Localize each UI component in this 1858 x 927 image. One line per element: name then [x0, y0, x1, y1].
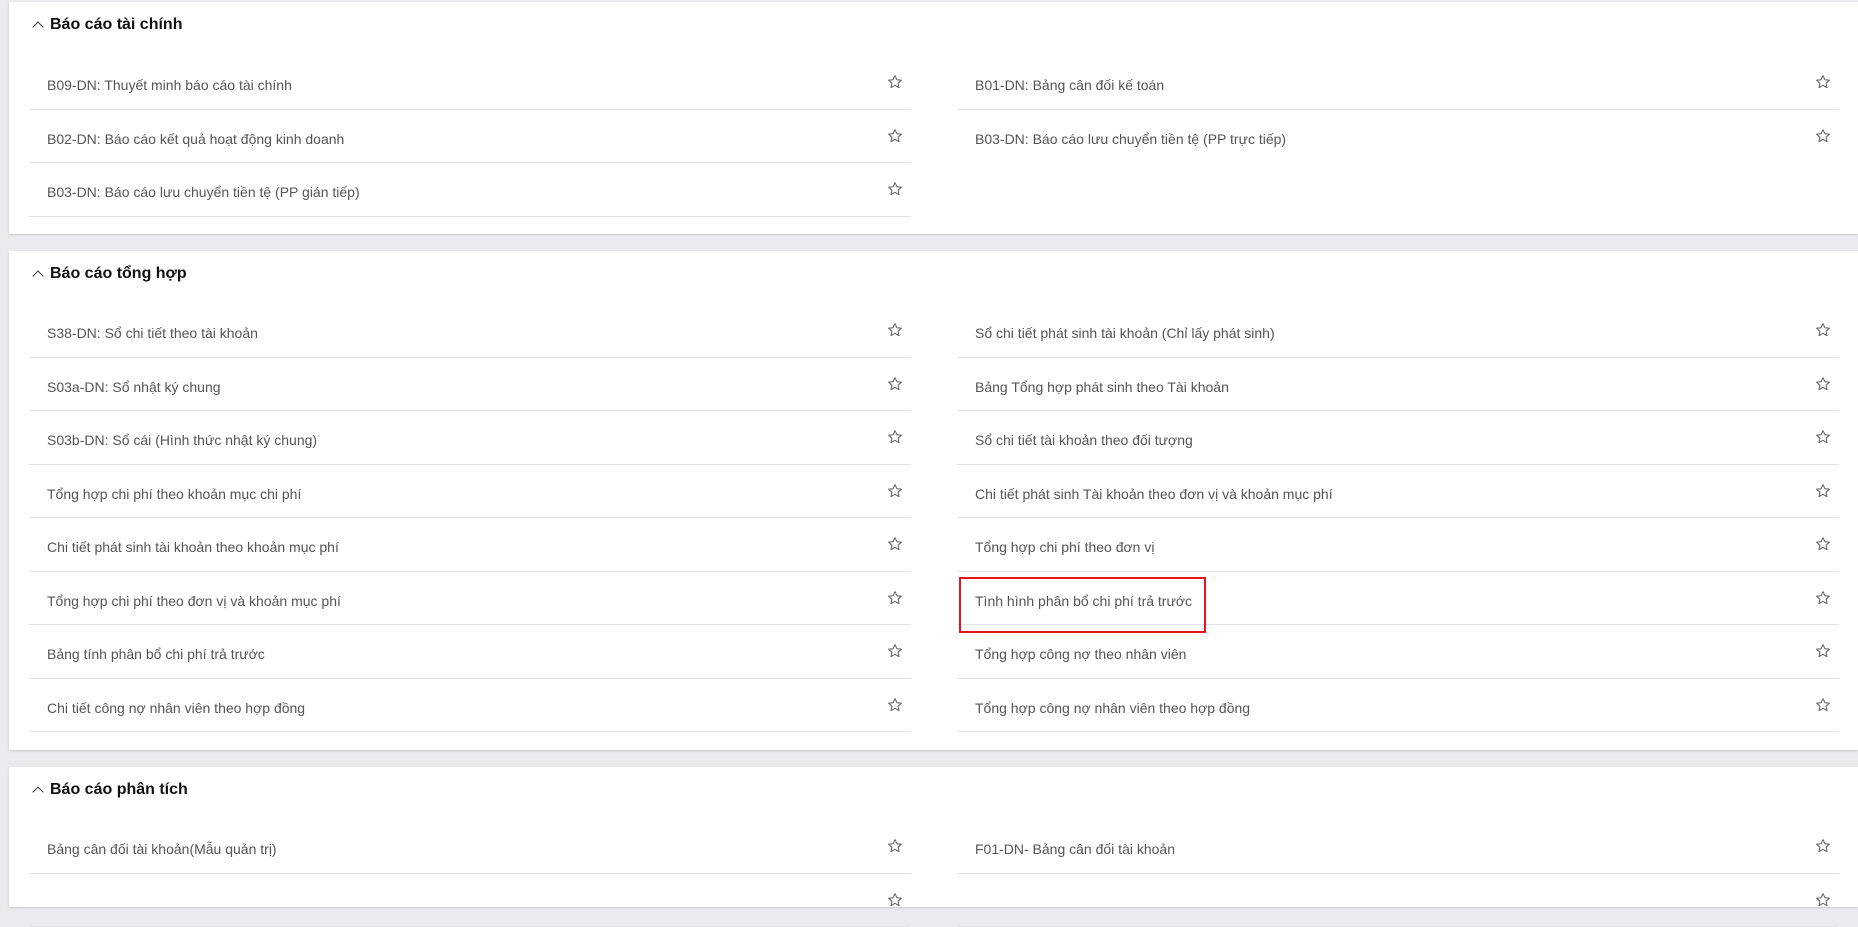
report-item-label: Bảng tính phân bổ chi phí trả trước: [47, 646, 265, 662]
report-item[interactable]: Bảng cân đối tài khoản(Mẫu quản trị): [29, 820, 911, 874]
star-icon[interactable]: [1815, 536, 1831, 552]
star-icon[interactable]: [1815, 697, 1831, 713]
report-list-right: Sổ chi tiết phát sinh tài khoản (Chỉ lấy…: [957, 304, 1839, 732]
star-icon[interactable]: [887, 590, 903, 606]
report-item-label: Bảng cân đối tài khoản(Mẫu quản trị): [47, 841, 277, 857]
star-icon[interactable]: [887, 429, 903, 445]
report-item-label: Bảng Tổng hợp phát sinh theo Tài khoản: [975, 379, 1229, 395]
report-item-label: Chi tiết công nợ nhân viên theo hợp đồng: [47, 700, 305, 716]
star-icon[interactable]: [1815, 322, 1831, 338]
report-item-label: B02-DN: Báo cáo kết quả hoạt động kinh d…: [47, 131, 344, 147]
report-item[interactable]: Sổ chi tiết tài khoản theo đối tượng: [957, 411, 1839, 465]
report-item[interactable]: Tổng hợp chi phí theo khoản mục chi phí: [29, 465, 911, 519]
star-icon[interactable]: [1815, 483, 1831, 499]
report-item[interactable]: Tổng hợp công nợ theo nhân viên: [957, 625, 1839, 679]
report-list-right: F01-DN- Bảng cân đối tài khoản: [957, 820, 1839, 927]
report-item-label: Chi tiết phát sinh Tài khoản theo đơn vị…: [975, 486, 1333, 502]
section-bao-cao-tong-hop: Báo cáo tổng hợp S38-DN: Sổ chi tiết the…: [9, 251, 1858, 750]
report-item-label: Tổng hợp chi phí theo đơn vị: [975, 539, 1154, 555]
star-icon[interactable]: [887, 128, 903, 144]
star-icon[interactable]: [1815, 376, 1831, 392]
report-item[interactable]: S03a-DN: Sổ nhật ký chung: [29, 358, 911, 412]
star-icon[interactable]: [887, 322, 903, 338]
report-item-label: Sổ chi tiết tài khoản theo đối tượng: [975, 432, 1193, 448]
report-list-left: Bảng cân đối tài khoản(Mẫu quản trị): [29, 820, 911, 927]
report-item-label: Chi tiết phát sinh tài khoản theo khoản …: [47, 539, 339, 555]
report-item[interactable]: Tổng hợp chi phí theo đơn vị: [957, 518, 1839, 572]
report-list-right: B01-DN: Bảng cân đối kế toán B03-DN: Báo…: [957, 56, 1839, 163]
report-item[interactable]: B09-DN: Thuyết minh báo cáo tài chính: [29, 56, 911, 110]
report-item[interactable]: Tổng hợp chi phí theo đơn vị và khoản mụ…: [29, 572, 911, 626]
star-icon[interactable]: [887, 697, 903, 713]
report-item-label: S03a-DN: Sổ nhật ký chung: [47, 379, 221, 395]
report-item-label: Tổng hợp chi phí theo khoản mục chi phí: [47, 486, 301, 502]
report-item[interactable]: Bảng tính phân bổ chi phí trả trước: [29, 625, 911, 679]
report-item-label: Tổng hợp công nợ theo nhân viên: [975, 646, 1186, 662]
section-title: Báo cáo phân tích: [50, 781, 188, 799]
section-header[interactable]: Báo cáo tổng hợp: [31, 265, 187, 283]
section-header[interactable]: Báo cáo phân tích: [31, 781, 188, 799]
report-item[interactable]: Sổ chi tiết phát sinh tài khoản (Chỉ lấy…: [957, 304, 1839, 358]
report-item-label: F01-DN- Bảng cân đối tài khoản: [975, 841, 1175, 857]
report-item-label: B03-DN: Báo cáo lưu chuyển tiền tệ (PP t…: [975, 131, 1286, 147]
report-item[interactable]: S03b-DN: Sổ cái (Hình thức nhật ký chung…: [29, 411, 911, 465]
report-item[interactable]: Chi tiết phát sinh tài khoản theo khoản …: [29, 518, 911, 572]
report-item[interactable]: B03-DN: Báo cáo lưu chuyển tiền tệ (PP t…: [957, 110, 1839, 164]
report-item[interactable]: B02-DN: Báo cáo kết quả hoạt động kinh d…: [29, 110, 911, 164]
report-item-label: B01-DN: Bảng cân đối kế toán: [975, 77, 1164, 93]
report-item-highlighted[interactable]: Tình hình phân bổ chi phí trả trước: [957, 572, 1839, 626]
star-icon[interactable]: [1815, 838, 1831, 854]
report-item[interactable]: Chi tiết công nợ nhân viên theo hợp đồng: [29, 679, 911, 733]
section-title: Báo cáo tài chính: [50, 16, 182, 34]
report-item-label: B03-DN: Báo cáo lưu chuyển tiền tệ (PP g…: [47, 184, 360, 200]
report-item[interactable]: Bảng Tổng hợp phát sinh theo Tài khoản: [957, 358, 1839, 412]
report-item-label: Tổng hợp công nợ nhân viên theo hợp đồng: [975, 700, 1250, 716]
star-icon[interactable]: [1815, 74, 1831, 90]
section-title: Báo cáo tổng hợp: [50, 265, 187, 283]
chevron-up-icon: [32, 270, 43, 281]
report-item[interactable]: [957, 874, 1839, 927]
report-list-left: B09-DN: Thuyết minh báo cáo tài chính B0…: [29, 56, 911, 217]
report-item[interactable]: B03-DN: Báo cáo lưu chuyển tiền tệ (PP g…: [29, 163, 911, 217]
star-icon[interactable]: [887, 376, 903, 392]
star-icon[interactable]: [1815, 643, 1831, 659]
report-item-label: Tình hình phân bổ chi phí trả trước: [975, 593, 1192, 609]
star-icon[interactable]: [887, 838, 903, 854]
star-icon[interactable]: [887, 74, 903, 90]
report-item[interactable]: Tổng hợp công nợ nhân viên theo hợp đồng: [957, 679, 1839, 733]
section-header[interactable]: Báo cáo tài chính: [31, 16, 182, 34]
report-item[interactable]: B01-DN: Bảng cân đối kế toán: [957, 56, 1839, 110]
star-icon[interactable]: [1815, 429, 1831, 445]
star-icon[interactable]: [887, 181, 903, 197]
report-item-label: Sổ chi tiết phát sinh tài khoản (Chỉ lấy…: [975, 325, 1275, 341]
star-icon[interactable]: [1815, 590, 1831, 606]
report-item-label: S38-DN: Sổ chi tiết theo tài khoản: [47, 325, 258, 341]
star-icon[interactable]: [1815, 128, 1831, 144]
report-item[interactable]: Chi tiết phát sinh Tài khoản theo đơn vị…: [957, 465, 1839, 519]
section-bao-cao-tai-chinh: Báo cáo tài chính B09-DN: Thuyết minh bá…: [9, 2, 1858, 234]
report-item[interactable]: S38-DN: Sổ chi tiết theo tài khoản: [29, 304, 911, 358]
star-icon[interactable]: [887, 483, 903, 499]
report-item-label: S03b-DN: Sổ cái (Hình thức nhật ký chung…: [47, 432, 317, 448]
star-icon[interactable]: [887, 643, 903, 659]
report-list-left: S38-DN: Sổ chi tiết theo tài khoản S03a-…: [29, 304, 911, 732]
chevron-up-icon: [32, 786, 43, 797]
report-item-label: B09-DN: Thuyết minh báo cáo tài chính: [47, 77, 292, 93]
report-item-label: Tổng hợp chi phí theo đơn vị và khoản mụ…: [47, 593, 341, 609]
section-bao-cao-phan-tich: Báo cáo phân tích Bảng cân đối tài khoản…: [9, 767, 1858, 907]
chevron-up-icon: [32, 21, 43, 32]
star-icon[interactable]: [887, 536, 903, 552]
report-item[interactable]: F01-DN- Bảng cân đối tài khoản: [957, 820, 1839, 874]
report-item[interactable]: [29, 874, 911, 927]
